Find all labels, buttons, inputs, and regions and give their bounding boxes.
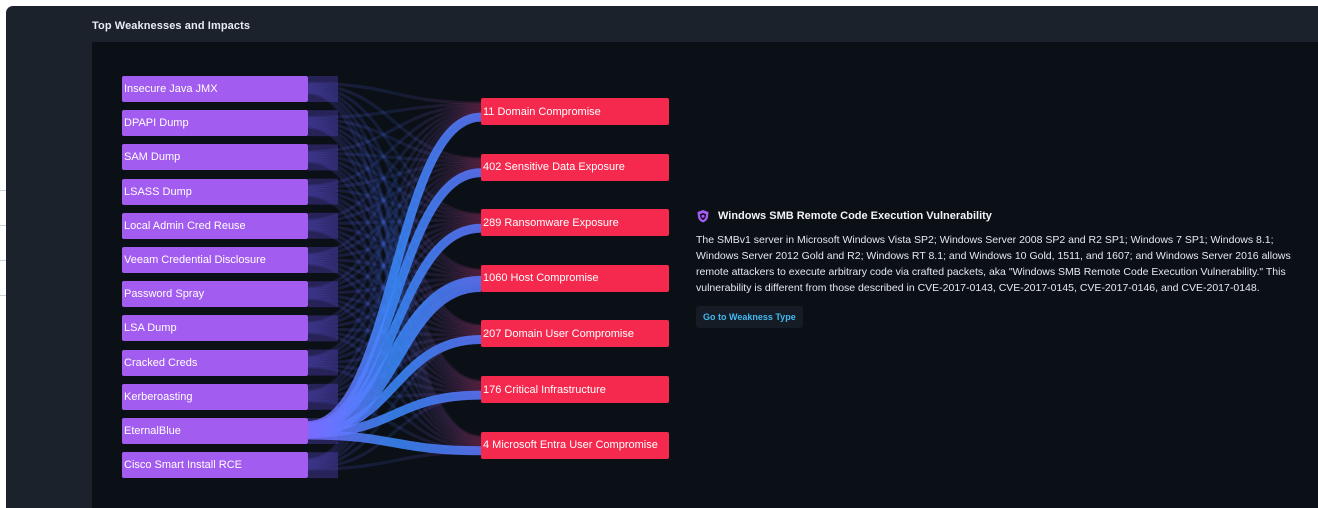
flow-stub: [308, 144, 338, 171]
flow-stub: [308, 281, 338, 308]
flow-stub: [308, 315, 338, 342]
weakness-node[interactable]: Insecure Java JMX: [122, 76, 308, 102]
flow-stub: [308, 178, 338, 205]
weakness-node[interactable]: LSA Dump: [122, 315, 308, 342]
go-to-weakness-type-button[interactable]: Go to Weakness Type: [696, 306, 803, 328]
impact-node[interactable]: 4 Microsoft Entra User Compromise: [481, 431, 669, 459]
panel-title: Top Weaknesses and Impacts: [92, 20, 251, 32]
weakness-node[interactable]: EternalBlue: [122, 418, 308, 444]
weakness-node[interactable]: Cracked Creds: [122, 349, 308, 376]
sankey-content: Insecure Java JMX DPAPI Dump SAM Dump LSASS…: [92, 42, 1318, 508]
flow-stub: [308, 212, 338, 239]
impact-node[interactable]: 289 Ransomware Exposure: [481, 209, 669, 237]
weakness-node[interactable]: SAM Dump: [122, 144, 308, 171]
flow-stub: [308, 247, 338, 273]
weakness-node[interactable]: Kerberoasting: [122, 383, 308, 410]
weakness-node[interactable]: DPAPI Dump: [122, 110, 308, 137]
weakness-node[interactable]: Veeam Credential Disclosure: [122, 247, 308, 273]
impact-node[interactable]: 11 Domain Compromise: [481, 98, 669, 125]
weakness-detail: Windows SMB Remote Code Execution Vulner…: [696, 209, 1296, 328]
shield-icon: [697, 210, 709, 223]
detail-description: The SMBv1 server in Microsoft Windows Vi…: [696, 234, 1291, 294]
impact-node[interactable]: 176 Critical Infrastructure: [481, 376, 669, 403]
flow-stub: [308, 452, 338, 479]
impact-node[interactable]: 402 Sensitive Data Exposure: [481, 153, 669, 181]
flow-stub: [308, 76, 338, 102]
impact-node[interactable]: 1060 Host Compromise: [481, 264, 669, 292]
flow-stub: [308, 349, 338, 376]
flow-stub: [308, 110, 338, 137]
impact-node[interactable]: 207 Domain User Compromise: [481, 320, 669, 348]
flow-stub: [308, 383, 338, 410]
weakness-node[interactable]: Local Admin Cred Reuse: [122, 212, 308, 239]
weaknesses-impacts-panel: Top Weaknesses and Impacts Insecure Java…: [6, 6, 1318, 508]
weakness-node[interactable]: Cisco Smart Install RCE: [122, 452, 308, 479]
weakness-node[interactable]: LSASS Dump: [122, 178, 308, 205]
weakness-node[interactable]: Password Spray: [122, 281, 308, 308]
detail-title: Windows SMB Remote Code Execution Vulner…: [718, 210, 992, 222]
